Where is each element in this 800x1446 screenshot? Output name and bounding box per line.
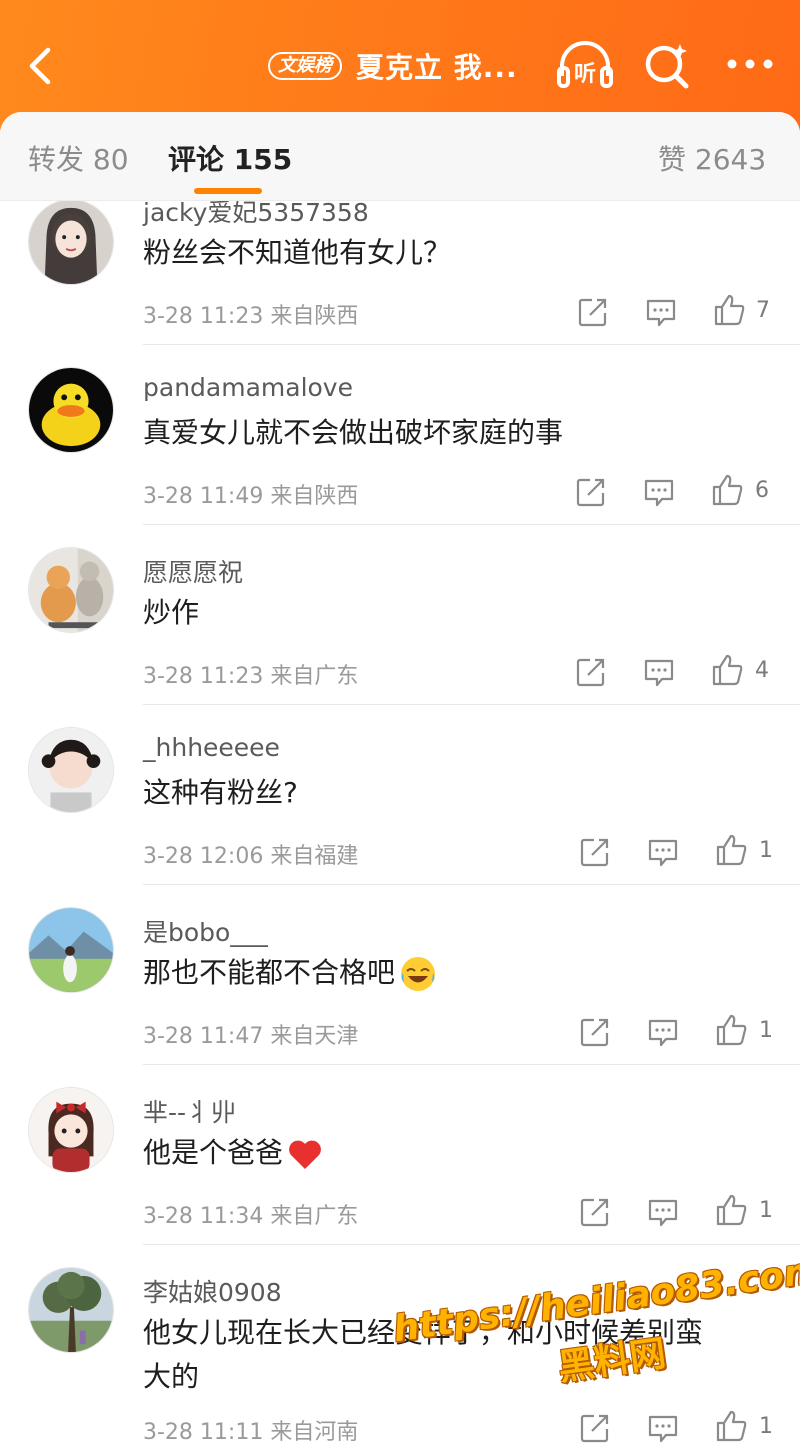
red-heart-emoji-icon: [289, 1140, 321, 1169]
avatar[interactable]: [28, 547, 114, 633]
share-icon[interactable]: [578, 1015, 612, 1049]
comment-icon[interactable]: [646, 1015, 680, 1049]
share-icon[interactable]: [578, 1411, 612, 1445]
username[interactable]: 芈--丬丱: [143, 1093, 236, 1129]
like-count: 1: [759, 838, 773, 863]
username[interactable]: 李姑娘0908: [143, 1273, 282, 1309]
comment-text: 这种有粉丝?: [143, 776, 298, 809]
search-icon[interactable]: [642, 40, 692, 90]
comment-meta: 3-28 11:23 来自陕西: [143, 304, 359, 329]
username[interactable]: 是bobo___: [143, 913, 268, 949]
tab-comments[interactable]: 评论 155: [168, 138, 292, 178]
like-count: 1: [759, 1414, 773, 1439]
avatar[interactable]: [28, 367, 114, 453]
comment-item: 李姑娘0908 他女儿现在长大已经变样了，和小时候差别蛮 大的 3-28 11:…: [0, 1245, 800, 1445]
username[interactable]: pandamamalove: [143, 373, 353, 402]
comment-icon[interactable]: [642, 475, 676, 509]
topic-title-group[interactable]: 文娱榜 夏克立 我...: [268, 44, 518, 88]
share-icon[interactable]: [574, 475, 608, 509]
comment-text-line2: 大的: [143, 1360, 200, 1393]
comment-item: 是bobo___ 那也不能都不合格吧 3-28 11:47 来自天津 1: [0, 885, 800, 1065]
hot-list-badge: 文娱榜: [268, 52, 342, 80]
back-icon[interactable]: [22, 44, 62, 88]
share-icon[interactable]: [578, 1195, 612, 1229]
share-icon[interactable]: [574, 655, 608, 689]
avatar[interactable]: [28, 907, 114, 993]
more-icon[interactable]: [724, 56, 776, 72]
username[interactable]: 愿愿愿祝: [143, 553, 243, 589]
tab-bar-overlay: 转发 80 评论 155 赞 2643: [0, 112, 800, 201]
like-count: 1: [759, 1198, 773, 1223]
active-tab-indicator: [194, 188, 262, 194]
comment-meta: 3-28 11:23 来自广东: [143, 664, 359, 689]
comment-item: pandamamalove 真爱女儿就不会做出破坏家庭的事 3-28 11:49…: [0, 345, 800, 525]
comment-text: 炒作: [143, 596, 200, 629]
comment-icon[interactable]: [646, 1411, 680, 1445]
username[interactable]: _hhheeeee: [143, 733, 280, 762]
like-icon[interactable]: [714, 1193, 748, 1227]
comment-icon[interactable]: [646, 1195, 680, 1229]
comment-item: 愿愿愿祝 炒作 3-28 11:23 来自广东 4: [0, 525, 800, 705]
avatar[interactable]: [28, 1267, 114, 1353]
like-icon[interactable]: [714, 833, 748, 867]
avatar[interactable]: [28, 1087, 114, 1173]
comment-item: _hhheeeee 这种有粉丝? 3-28 12:06 来自福建 1: [0, 705, 800, 885]
comment-icon[interactable]: [642, 655, 676, 689]
tab-likes[interactable]: 赞 2643: [658, 138, 766, 178]
comment-text: 他女儿现在长大已经变样了，和小时候差别蛮: [143, 1316, 704, 1349]
tab-repost[interactable]: 转发 80: [28, 138, 129, 178]
comment-meta: 3-28 11:11 来自河南: [143, 1420, 359, 1445]
comment-text: 他是个爸爸: [143, 1131, 323, 1175]
comment-meta: 3-28 11:47 来自天津: [143, 1024, 359, 1049]
comment-text: 真爱女儿就不会做出破坏家庭的事: [143, 416, 564, 449]
avatar[interactable]: [28, 727, 114, 813]
comment-text: 粉丝会不知道他有女儿？: [143, 236, 452, 269]
comment-meta: 3-28 11:34 来自广东: [143, 1204, 359, 1229]
comment-meta: 3-28 11:49 来自陕西: [143, 484, 359, 509]
comment-item: 芈--丬丱 他是个爸爸 3-28 11:34 来自广东 1: [0, 1065, 800, 1245]
avatar[interactable]: [28, 199, 114, 285]
laugh-cry-emoji-icon: [401, 957, 436, 991]
listen-label: 听: [573, 62, 596, 87]
like-count: 1: [759, 1018, 773, 1043]
comment-icon[interactable]: [646, 835, 680, 869]
share-icon[interactable]: [576, 295, 610, 329]
like-icon[interactable]: [714, 1013, 748, 1047]
like-count: 7: [756, 298, 770, 323]
like-icon[interactable]: [714, 1409, 748, 1443]
topic-title: 夏克立 我...: [356, 51, 518, 84]
share-icon[interactable]: [578, 835, 612, 869]
like-icon[interactable]: [712, 293, 746, 327]
comment-meta: 3-28 12:06 来自福建: [143, 844, 359, 869]
like-icon[interactable]: [710, 653, 744, 687]
comment-text: 那也不能都不合格吧: [143, 951, 437, 995]
like-count: 4: [755, 658, 769, 683]
comment-icon[interactable]: [644, 295, 678, 329]
like-icon[interactable]: [710, 473, 744, 507]
like-count: 6: [755, 478, 769, 503]
